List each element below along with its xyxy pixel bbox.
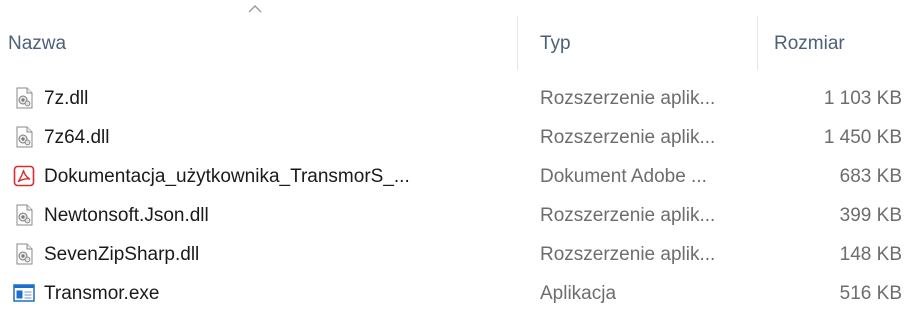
file-type: Aplikacja (540, 283, 617, 304)
column-divider[interactable] (757, 16, 758, 70)
file-row[interactable]: Newtonsoft.Json.dll Rozszerzenie aplik...… (0, 196, 909, 235)
file-size: 516 KB (839, 283, 902, 304)
column-header-bar: Nazwa Typ Rozmiar (0, 0, 909, 70)
file-type: Rozszerzenie aplik... (540, 127, 716, 148)
file-row[interactable]: Dokumentacja_użytkownika_TransmorS_... Do… (0, 157, 909, 196)
file-size: 399 KB (839, 205, 902, 226)
dll-file-icon (13, 204, 35, 226)
dll-file-icon (13, 126, 35, 148)
file-name[interactable]: Newtonsoft.Json.dll (44, 196, 514, 235)
file-name[interactable]: Transmor.exe (44, 274, 514, 313)
file-name[interactable]: 7z64.dll (44, 118, 514, 157)
column-divider[interactable] (517, 16, 518, 70)
file-row[interactable]: 7z.dll Rozszerzenie aplik... 1 103 KB (0, 79, 909, 118)
sort-ascending-icon (248, 5, 262, 13)
file-name[interactable]: SevenZipSharp.dll (44, 235, 514, 274)
file-type: Rozszerzenie aplik... (540, 205, 716, 226)
file-name[interactable]: 7z.dll (44, 79, 514, 118)
dll-file-icon (13, 243, 35, 265)
file-row[interactable]: SevenZipSharp.dll Rozszerzenie aplik... 14… (0, 235, 909, 274)
file-size: 1 450 KB (823, 127, 902, 148)
pdf-file-icon (13, 165, 35, 187)
exe-file-icon (13, 282, 35, 304)
file-type: Rozszerzenie aplik... (540, 88, 716, 109)
file-row[interactable]: Transmor.exe Aplikacja 516 KB (0, 274, 909, 313)
file-size: 148 KB (839, 244, 902, 265)
dll-file-icon (13, 87, 35, 109)
file-row[interactable]: 7z64.dll Rozszerzenie aplik... 1 450 KB (0, 118, 909, 157)
file-size: 1 103 KB (823, 88, 902, 109)
file-size: 683 KB (839, 166, 902, 187)
column-header-type[interactable]: Typ (540, 28, 750, 60)
file-name[interactable]: Dokumentacja_użytkownika_TransmorS_... (44, 157, 514, 196)
file-type: Dokument Adobe ... (540, 166, 707, 187)
file-explorer-details-view: Nazwa Typ Rozmiar 7z.dll Rozszerzenie apl… (0, 0, 909, 320)
file-type: Rozszerzenie aplik... (540, 244, 716, 265)
column-header-name[interactable]: Nazwa (8, 28, 508, 60)
file-list: 7z.dll Rozszerzenie aplik... 1 103 KB 7z64… (0, 79, 909, 313)
column-header-size[interactable]: Rozmiar (774, 28, 904, 60)
